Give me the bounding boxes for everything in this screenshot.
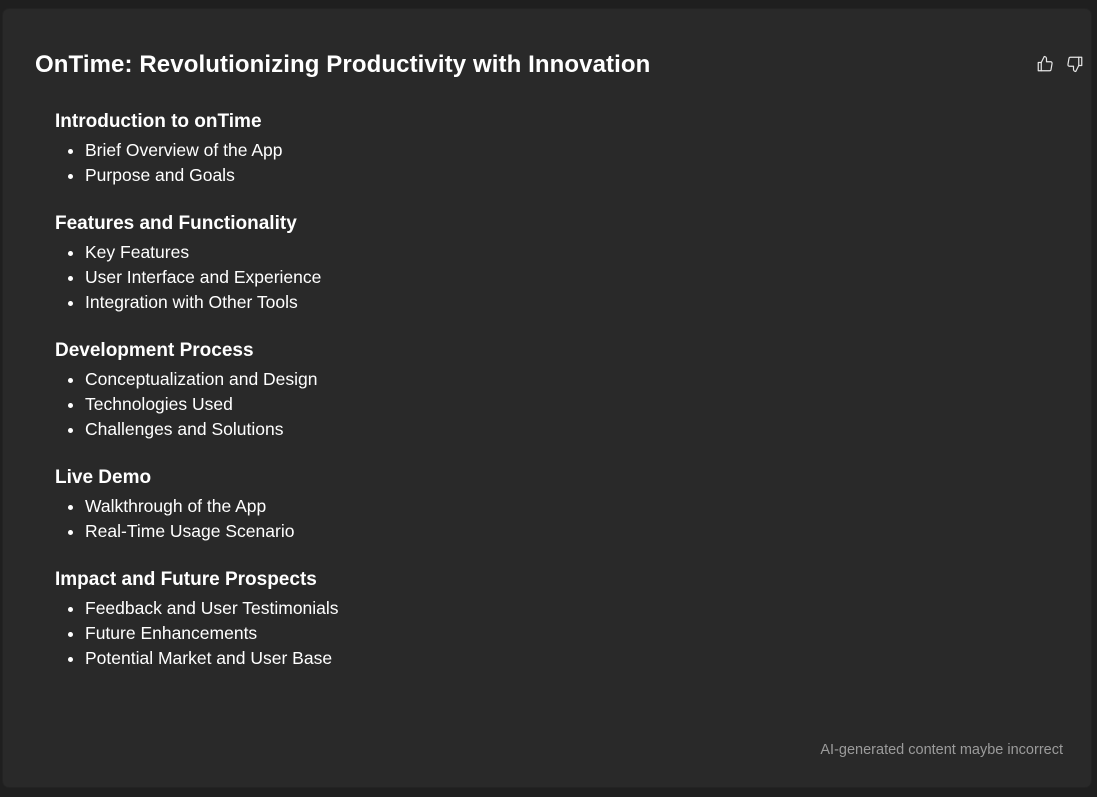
thumbs-up-button[interactable] [1035, 53, 1055, 75]
bullet-list: Key Features User Interface and Experien… [55, 240, 339, 315]
bullet-list: Brief Overview of the App Purpose and Go… [55, 138, 339, 188]
bullet-list: Walkthrough of the App Real-Time Usage S… [55, 494, 339, 544]
list-item: Integration with Other Tools [85, 290, 339, 315]
outline-section: Development Process Conceptualization an… [55, 339, 339, 442]
list-item: Brief Overview of the App [85, 138, 339, 163]
list-item: Key Features [85, 240, 339, 265]
outline-content: Introduction to onTime Brief Overview of… [55, 110, 339, 695]
outline-section: Introduction to onTime Brief Overview of… [55, 110, 339, 188]
section-heading: Live Demo [55, 467, 152, 488]
response-card: OnTime: Revolutionizing Productivity wit… [3, 9, 1091, 787]
outline-section: Impact and Future Prospects Feedback and… [55, 568, 339, 671]
thumbs-up-icon [1037, 55, 1053, 72]
outline-section: Features and Functionality Key Features … [55, 212, 339, 315]
ai-disclaimer: AI-generated content maybe incorrect [820, 742, 1063, 758]
section-heading: Features and Functionality [55, 213, 297, 234]
section-heading: Development Process [55, 340, 254, 361]
thumbs-down-icon [1067, 56, 1083, 73]
outline-section: Live Demo Walkthrough of the App Real-Ti… [55, 466, 339, 544]
bullet-list: Feedback and User Testimonials Future En… [55, 596, 339, 671]
bullet-list: Conceptualization and Design Technologie… [55, 367, 339, 442]
list-item: Future Enhancements [85, 621, 339, 646]
list-item: User Interface and Experience [85, 265, 339, 290]
list-item: Conceptualization and Design [85, 367, 339, 392]
list-item: Feedback and User Testimonials [85, 596, 339, 621]
list-item: Challenges and Solutions [85, 417, 339, 442]
list-item: Real-Time Usage Scenario [85, 519, 339, 544]
list-item: Purpose and Goals [85, 163, 339, 188]
list-item: Walkthrough of the App [85, 494, 339, 519]
list-item: Technologies Used [85, 392, 339, 417]
list-item: Potential Market and User Base [85, 646, 339, 671]
feedback-controls [1035, 53, 1085, 75]
section-heading: Introduction to onTime [55, 111, 262, 132]
section-heading: Impact and Future Prospects [55, 569, 317, 590]
thumbs-down-button[interactable] [1065, 53, 1085, 75]
card-title: OnTime: Revolutionizing Productivity wit… [35, 51, 651, 78]
